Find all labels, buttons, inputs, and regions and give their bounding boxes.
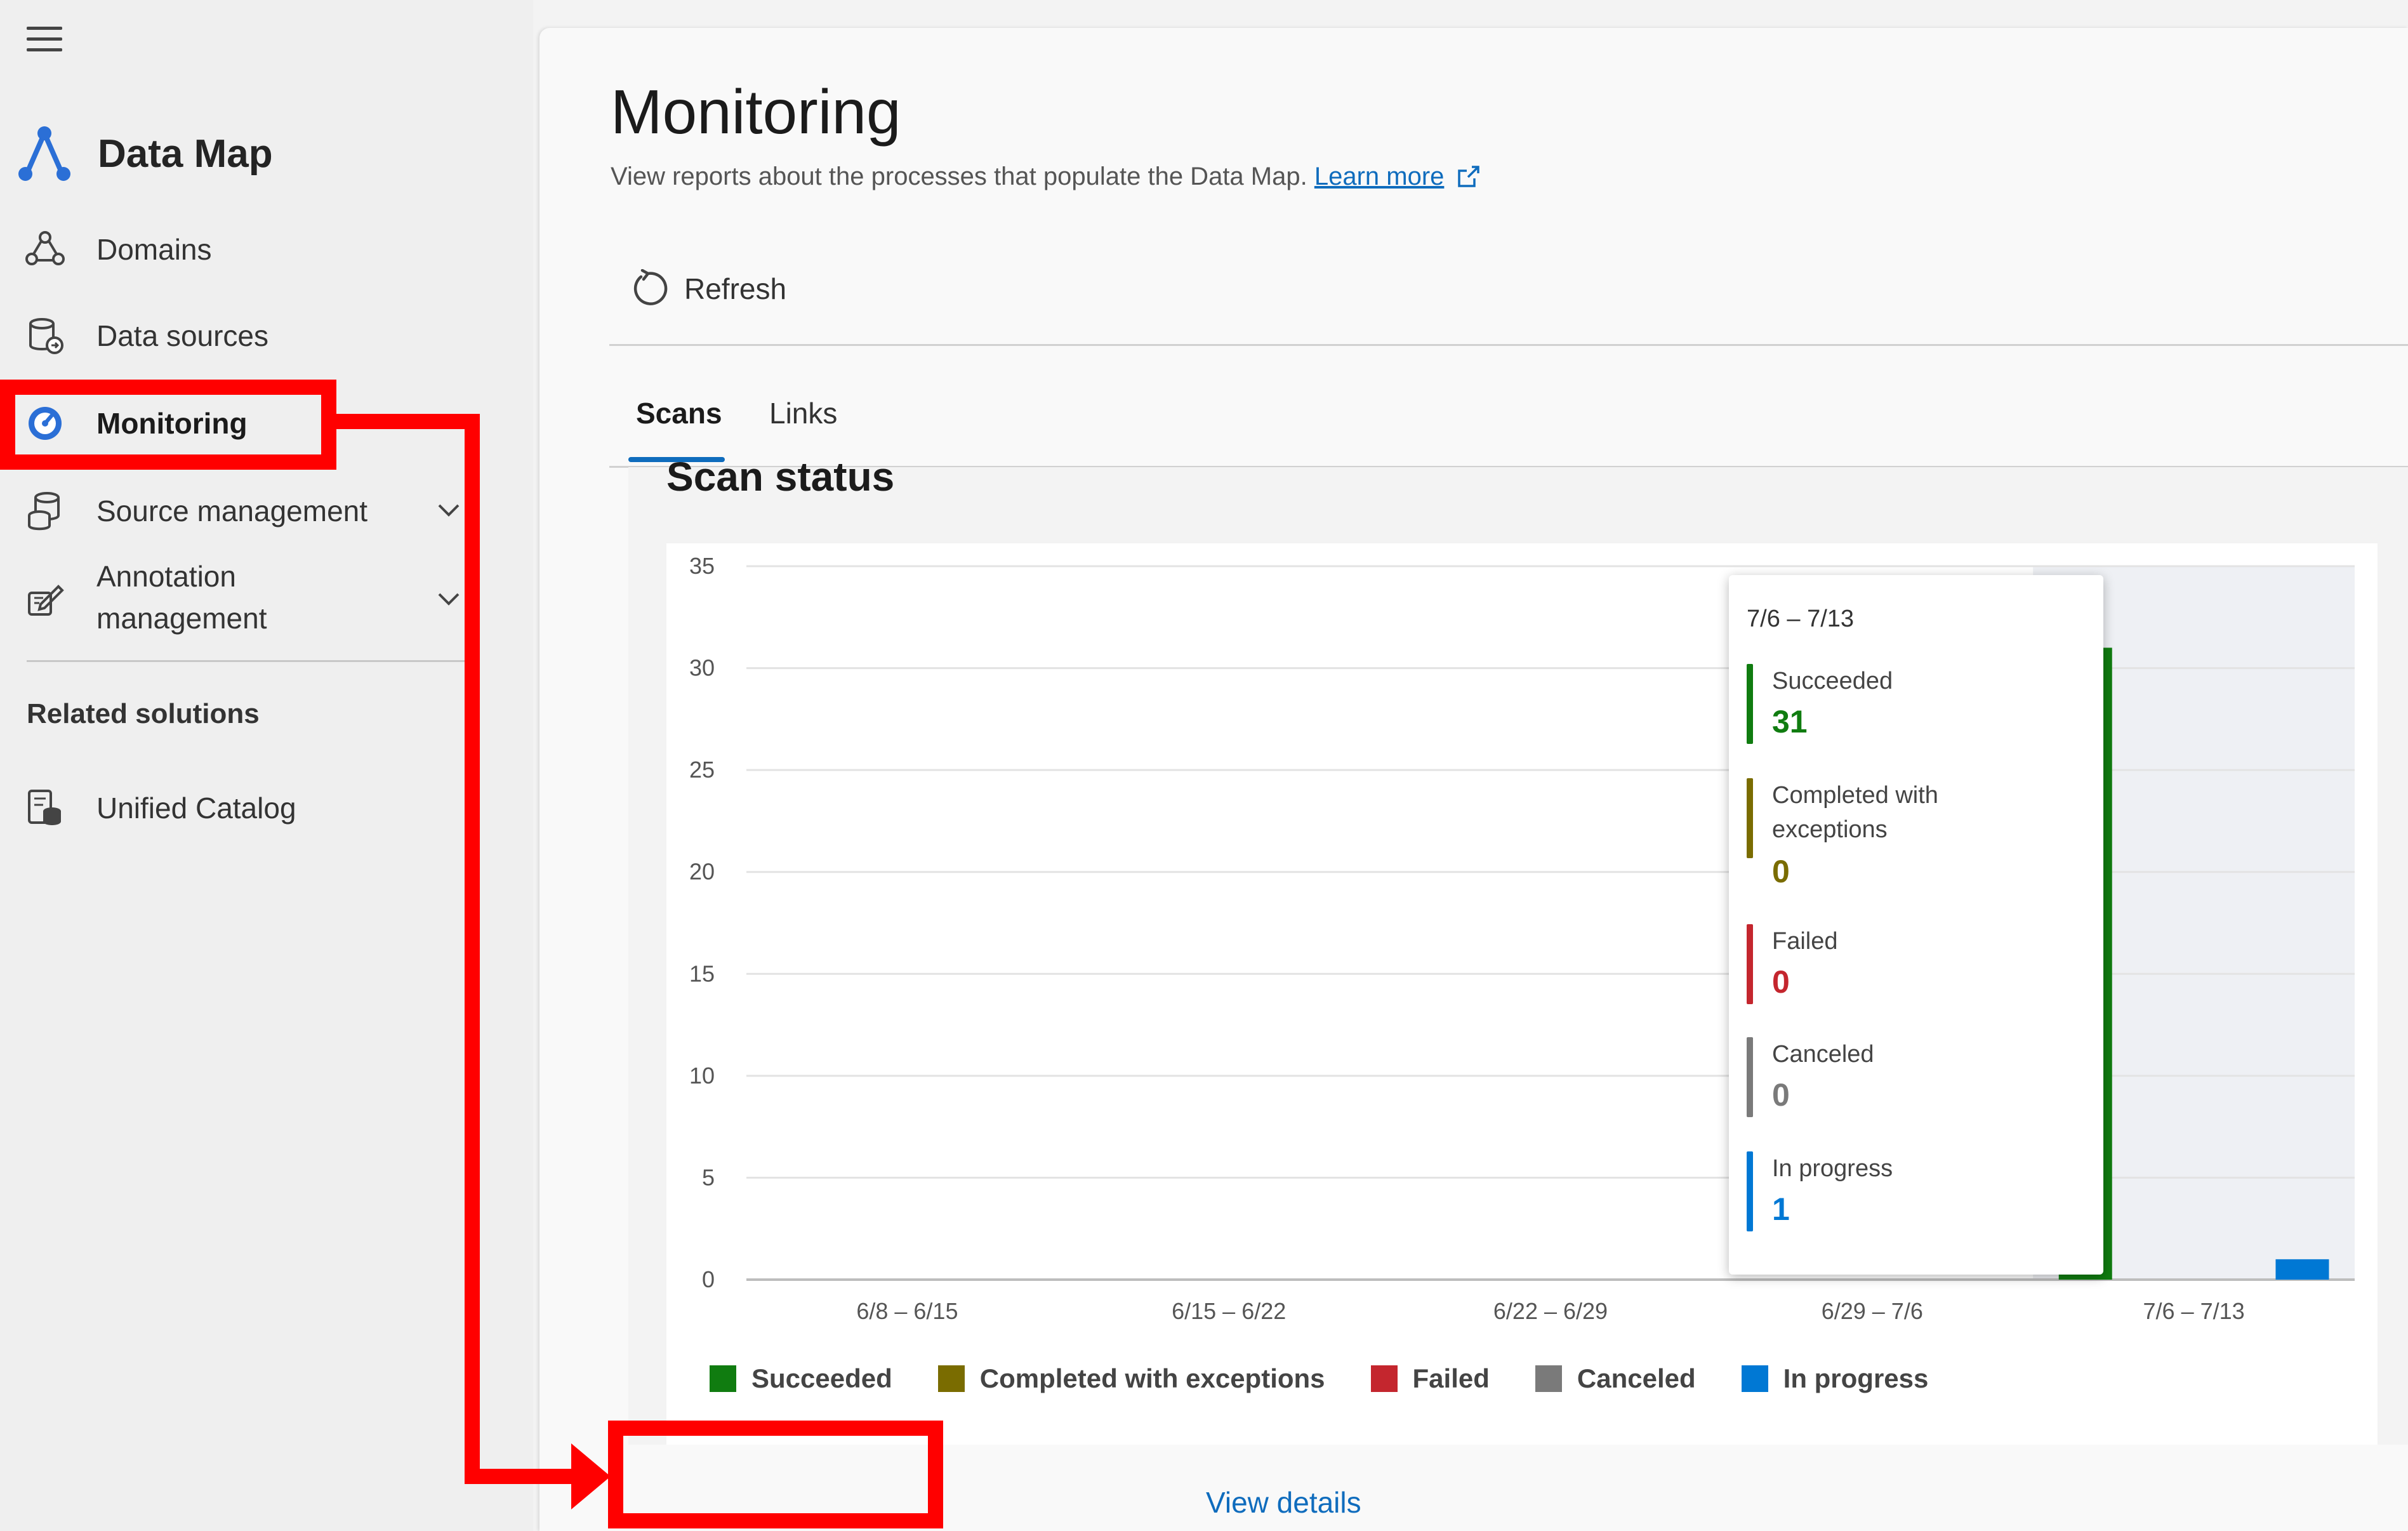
sidebar: Data Map Domains Data sources Monitoring — [0, 0, 533, 1531]
learn-more-label: Learn more — [1314, 162, 1445, 190]
y-tick-label: 35 — [689, 553, 715, 579]
y-tick-label: 30 — [689, 655, 715, 681]
tooltip-row-value: 1 — [1772, 1191, 1790, 1227]
legend-swatch — [1370, 1365, 1398, 1392]
sidebar-item-label-line1: Annotation — [96, 560, 236, 593]
page-description-text: View reports about the processes that po… — [611, 162, 1307, 190]
brand-title: Data Map — [98, 131, 273, 176]
sidebar-item-domains[interactable]: Domains — [0, 229, 470, 270]
sidebar-item-unified-catalog[interactable]: Unified Catalog — [0, 787, 470, 829]
page-title: Monitoring — [611, 77, 901, 147]
tooltip-color-bar — [1747, 664, 1753, 744]
learn-more-link[interactable]: Learn more — [1314, 162, 1445, 190]
sidebar-item-label: Domains — [96, 233, 212, 266]
legend-swatch — [937, 1365, 965, 1392]
tooltip-row-name-line2: exceptions — [1772, 816, 1888, 843]
sidebar-item-label-line2: management — [96, 602, 267, 635]
tab-scans[interactable]: Scans — [636, 396, 722, 430]
sidebar-item-source-management[interactable]: Source management — [0, 490, 470, 532]
chart-tooltip: 7/6 – 7/13 Succeeded 31 Completed with e… — [1729, 575, 2103, 1275]
tooltip-row-name: In progress — [1772, 1155, 1893, 1182]
brand: Data Map — [15, 122, 273, 185]
annotation-highlight-view-details — [608, 1421, 943, 1528]
tooltip-color-bar — [1747, 1037, 1753, 1117]
legend-label: Failed — [1412, 1363, 1490, 1393]
related-solutions-heading: Related solutions — [27, 698, 260, 729]
y-tick-label: 25 — [689, 757, 715, 783]
sidebar-item-label: Source management — [96, 494, 368, 527]
x-tick-label: 6/22 – 6/29 — [1493, 1298, 1608, 1324]
legend-label: Completed with exceptions — [979, 1363, 1325, 1393]
tooltip-row-completed-with-exceptions: Completed with exceptions 0 — [1747, 778, 2089, 899]
legend-item-succeeded[interactable]: Succeeded — [710, 1363, 892, 1394]
tooltip-row-value: 0 — [1772, 964, 1790, 1000]
tooltip-row-value: 0 — [1772, 854, 1790, 889]
x-tick-label: 6/29 – 7/6 — [1822, 1298, 1923, 1324]
x-tick-label: 6/8 – 6/15 — [856, 1298, 958, 1324]
legend-item-failed[interactable]: Failed — [1370, 1363, 1490, 1394]
toolbar-divider — [609, 344, 2408, 346]
chart-legend: Succeeded Completed with exceptions Fail… — [710, 1363, 1974, 1394]
chevron-down-icon[interactable] — [435, 496, 462, 523]
main-panel: Monitoring View reports about the proces… — [539, 28, 2408, 1531]
tooltip-row-value: 31 — [1772, 704, 1808, 739]
tooltip-title: 7/6 – 7/13 — [1747, 606, 1855, 632]
legend-swatch — [1535, 1365, 1562, 1392]
external-link-icon[interactable] — [1457, 164, 1481, 189]
data-sources-icon — [29, 318, 63, 354]
annotation-highlight-monitoring — [0, 380, 336, 470]
refresh-button[interactable]: Refresh — [628, 269, 786, 308]
chart-svg: 051015202530356/8 – 6/15 6/15 – 6/22 6/22 … — [689, 553, 2355, 1324]
refresh-icon — [633, 269, 668, 305]
tooltip-color-bar — [1747, 924, 1753, 1004]
tooltip-row-name: Canceled — [1772, 1041, 1874, 1068]
x-tick-label: 6/15 – 6/22 — [1172, 1298, 1286, 1324]
page-description: View reports about the processes that po… — [611, 162, 1481, 191]
scan-status-title: Scan status — [666, 454, 895, 500]
chevron-down-icon[interactable] — [435, 585, 462, 612]
legend-swatch — [710, 1365, 736, 1392]
tooltip-row-value: 0 — [1772, 1077, 1790, 1113]
y-tick-label: 20 — [689, 859, 715, 885]
scan-status-chart: 0 5 10 15 20 25 30 35 6/8 – 6/15 6/15 – 6/22 6/22 … — [666, 543, 2378, 1445]
tooltip-row-name: Succeeded — [1772, 668, 1893, 694]
catalog-icon — [28, 790, 61, 825]
y-tick-label: 5 — [702, 1164, 715, 1190]
sidebar-item-annotation-management[interactable]: Annotation management — [0, 556, 470, 645]
legend-item-canceled[interactable]: Canceled — [1535, 1363, 1696, 1394]
tooltip-row-succeeded: Succeeded 31 — [1747, 664, 2089, 746]
source-management-icon — [28, 492, 60, 531]
sidebar-item-label: Unified Catalog — [96, 792, 296, 825]
legend-item-completed-with-exceptions[interactable]: Completed with exceptions — [937, 1363, 1325, 1394]
sidebar-item-data-sources[interactable]: Data sources — [0, 315, 470, 357]
tooltip-row-name-line1: Completed with — [1772, 782, 1938, 809]
tooltip-row-failed: Failed 0 — [1747, 924, 2089, 1007]
y-tick-label: 0 — [702, 1266, 715, 1292]
legend-label: In progress — [1783, 1363, 1929, 1393]
tooltip-row-name: Failed — [1772, 928, 1838, 955]
data-map-icon — [18, 126, 70, 181]
tooltip-row-in-progress: In progress 1 — [1747, 1151, 2089, 1234]
tooltip-row-canceled: Canceled 0 — [1747, 1037, 2089, 1120]
domains-icon — [25, 231, 65, 265]
bar-in-progress — [2275, 1259, 2329, 1280]
tooltip-color-bar — [1747, 778, 1753, 858]
sidebar-item-label: Data sources — [96, 319, 269, 352]
y-tick-label: 10 — [689, 1063, 715, 1089]
legend-label: Succeeded — [751, 1363, 892, 1393]
legend-item-in-progress[interactable]: In progress — [1741, 1363, 1929, 1394]
hamburger-menu-icon[interactable] — [27, 27, 62, 52]
annotation-icon — [28, 585, 64, 616]
legend-label: Canceled — [1577, 1363, 1696, 1393]
tooltip-color-bar — [1747, 1151, 1753, 1231]
sidebar-divider — [27, 660, 465, 662]
y-tick-label: 15 — [689, 960, 715, 986]
refresh-label: Refresh — [684, 272, 787, 305]
tab-links[interactable]: Links — [769, 396, 837, 430]
view-details-link[interactable]: View details — [1206, 1485, 1361, 1520]
x-tick-label: 7/6 – 7/13 — [2143, 1298, 2245, 1324]
legend-swatch — [1741, 1365, 1768, 1392]
